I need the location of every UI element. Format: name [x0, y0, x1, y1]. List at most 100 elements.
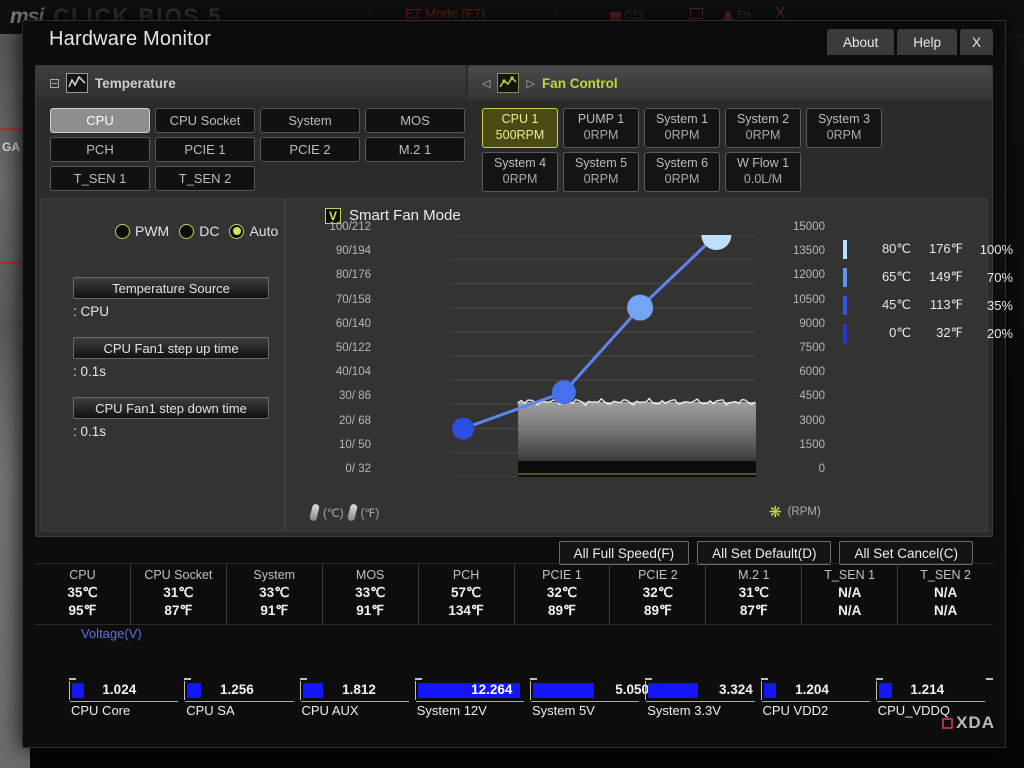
fan-tab-label: System 1 — [655, 112, 709, 127]
temp-tab-pch[interactable]: PCH — [50, 137, 150, 162]
all-set-cancel-button[interactable]: All Set Cancel(C) — [839, 541, 973, 565]
radio-dc[interactable]: DC — [179, 223, 219, 239]
fan-tab-label: System 5 — [574, 156, 628, 171]
curve-point-0[interactable] — [452, 417, 475, 440]
fan-tab-label: System 2 — [736, 112, 790, 127]
collapse-icon[interactable] — [50, 78, 59, 88]
y-axis-left-tick: 90/194 — [335, 245, 371, 258]
temp-tab-pcie-1[interactable]: PCIE 1 — [155, 137, 255, 162]
next-arrow-icon[interactable]: ▷ — [526, 77, 534, 90]
temp-tab-pcie-2[interactable]: PCIE 2 — [260, 137, 360, 162]
curve-point-3[interactable] — [701, 235, 732, 250]
sensor-fahrenheit: 87℉ — [739, 603, 768, 619]
sensor-fahrenheit: 134℉ — [448, 603, 484, 619]
fan-icon: ❋ — [769, 504, 782, 521]
radio-dot-icon — [179, 223, 195, 239]
fan-tab-value: 0RPM — [502, 172, 538, 186]
temperature-readout: PCIE 2 32℃ 89℉ — [610, 564, 707, 624]
radio-label: PWM — [135, 223, 170, 239]
step-up-time-control: CPU Fan1 step up time : 0.1s — [73, 337, 269, 379]
voltage-value: 12.264 — [471, 682, 513, 697]
close-button[interactable]: X — [959, 29, 993, 55]
y-axis-left: 100/212 90/194 80/176 70/158 60/140 50/122 40/… — [309, 221, 371, 477]
fan-tab-pump-1[interactable]: PUMP 1 0RPM — [563, 108, 639, 148]
fan-tab-w-flow-1[interactable]: W Flow 1 0.0L/M — [725, 152, 801, 192]
sensor-name: PCH — [452, 568, 480, 583]
temperature-unit-legend: (℃) (℉) — [309, 503, 379, 522]
temp-tab-m2-1[interactable]: M.2 1 — [365, 137, 465, 162]
thermometer-icon-2 — [346, 503, 358, 522]
fan-tab-label: CPU 1 — [501, 112, 539, 127]
curve-point-2[interactable] — [627, 294, 654, 321]
curve-point-1[interactable] — [551, 380, 576, 405]
fan-tab-system-5[interactable]: System 5 0RPM — [563, 152, 639, 192]
radio-pwm[interactable]: PWM — [115, 223, 169, 239]
fan-tab-list: CPU 1 500RPM PUMP 1 0RPM System 1 0RPM S… — [482, 108, 902, 192]
y-axis-right-tick: 15000 — [793, 221, 825, 233]
all-full-speed-button[interactable]: All Full Speed(F) — [558, 541, 690, 565]
legend-row: 80℃ 176℉ 100% — [843, 235, 1013, 263]
temperature-source-value: : CPU — [73, 304, 110, 319]
sensor-celsius: 31℃ — [738, 585, 769, 601]
step-up-time-button[interactable]: CPU Fan1 step up time — [73, 337, 269, 359]
legend-row: 0℃ 32℉ 20% — [843, 319, 1013, 347]
voltage-rail-name: System 12V — [416, 703, 487, 718]
voltage-bar-fill — [648, 683, 699, 698]
y-axis-left-tick: 30/ 86 — [339, 390, 371, 403]
screenshot-icon[interactable] — [690, 8, 703, 19]
legend-temp-c: 0℃ — [889, 325, 911, 340]
voltage-value: 3.324 — [719, 682, 753, 697]
fan-tab-label: System 6 — [655, 156, 709, 171]
y-axis-right-tick: 7500 — [799, 342, 825, 354]
prev-arrow-icon[interactable]: ◁ — [482, 77, 490, 90]
watermark-icon — [942, 717, 954, 729]
legend-temp-f: 176℉ — [928, 241, 963, 256]
sensor-celsius: 57℃ — [450, 585, 482, 601]
help-button[interactable]: Help — [897, 29, 957, 55]
voltage-value: 1.204 — [795, 682, 829, 697]
temp-tab-cpu[interactable]: CPU — [50, 108, 150, 133]
ez-mode-button[interactable]: EZ Mode (F7) — [405, 6, 485, 21]
temp-tab-tsen-2[interactable]: T_SEN 2 — [155, 166, 255, 191]
legend-temp-f: 113℉ — [929, 297, 963, 312]
temp-tab-mos[interactable]: MOS — [365, 108, 465, 133]
fan-curve-plot[interactable] — [451, 235, 756, 477]
fan-tab-system-4[interactable]: System 4 0RPM — [482, 152, 558, 192]
sensor-fahrenheit: 89℉ — [548, 603, 576, 619]
fan-tab-value: 0RPM — [583, 172, 619, 186]
fan-tab-system-2[interactable]: System 2 0RPM — [725, 108, 801, 148]
legend-temp-c: 80℃ — [881, 241, 911, 256]
about-button[interactable]: About — [826, 29, 895, 55]
temp-tab-system[interactable]: System — [260, 108, 360, 133]
y-axis-right-tick: 4500 — [799, 390, 825, 403]
sensor-fahrenheit: N/A — [838, 603, 862, 619]
legend-duty: 100% — [979, 241, 1013, 257]
temp-tab-tsen-1[interactable]: T_SEN 1 — [50, 166, 150, 191]
voltage-rail: 12.264 System 12V — [414, 669, 530, 725]
fan-tab-cpu-1[interactable]: CPU 1 500RPM — [482, 108, 558, 148]
radio-auto[interactable]: Auto — [229, 223, 278, 239]
voltage-rail: 1.204 CPU VDD2 — [760, 669, 876, 725]
temperature-readout: M.2 1 31℃ 87℉ — [706, 564, 803, 624]
bios-ga-tag: GA — [2, 140, 20, 154]
sensor-name: CPU — [69, 568, 96, 583]
rpm-unit-legend: ❋ (RPM) — [769, 503, 821, 521]
y-axis-right-tick: 3000 — [799, 414, 825, 427]
fan-tab-system-1[interactable]: System 1 0RPM — [644, 108, 720, 148]
temperature-readout-strip: CPU 35℃ 95℉ CPU Socket 31℃ 87℉ System 33℃ 91℉ MOS… — [35, 563, 993, 625]
fan-tab-label: W Flow 1 — [736, 156, 790, 171]
fan-tab-system-6[interactable]: System 6 0RPM — [644, 152, 720, 192]
legend-duty: 20% — [986, 325, 1013, 341]
fan-tab-system-3[interactable]: System 3 0RPM — [806, 108, 882, 148]
fan-tab-value: 500RPM — [495, 128, 545, 142]
temperature-source-button[interactable]: Temperature Source — [73, 277, 269, 299]
temperature-section-header: Temperature — [36, 66, 466, 100]
all-set-default-button[interactable]: All Set Default(D) — [697, 541, 832, 565]
y-axis-left-tick: 20/ 68 — [339, 414, 371, 427]
legend-color-swatch — [843, 323, 847, 343]
temp-tab-cpu-socket[interactable]: CPU Socket — [155, 108, 255, 133]
legend-color-swatch — [843, 239, 847, 259]
step-down-time-button[interactable]: CPU Fan1 step down time — [73, 397, 269, 419]
temperature-readout: CPU Socket 31℃ 87℉ — [131, 564, 227, 624]
sensor-celsius: N/A — [933, 585, 958, 601]
